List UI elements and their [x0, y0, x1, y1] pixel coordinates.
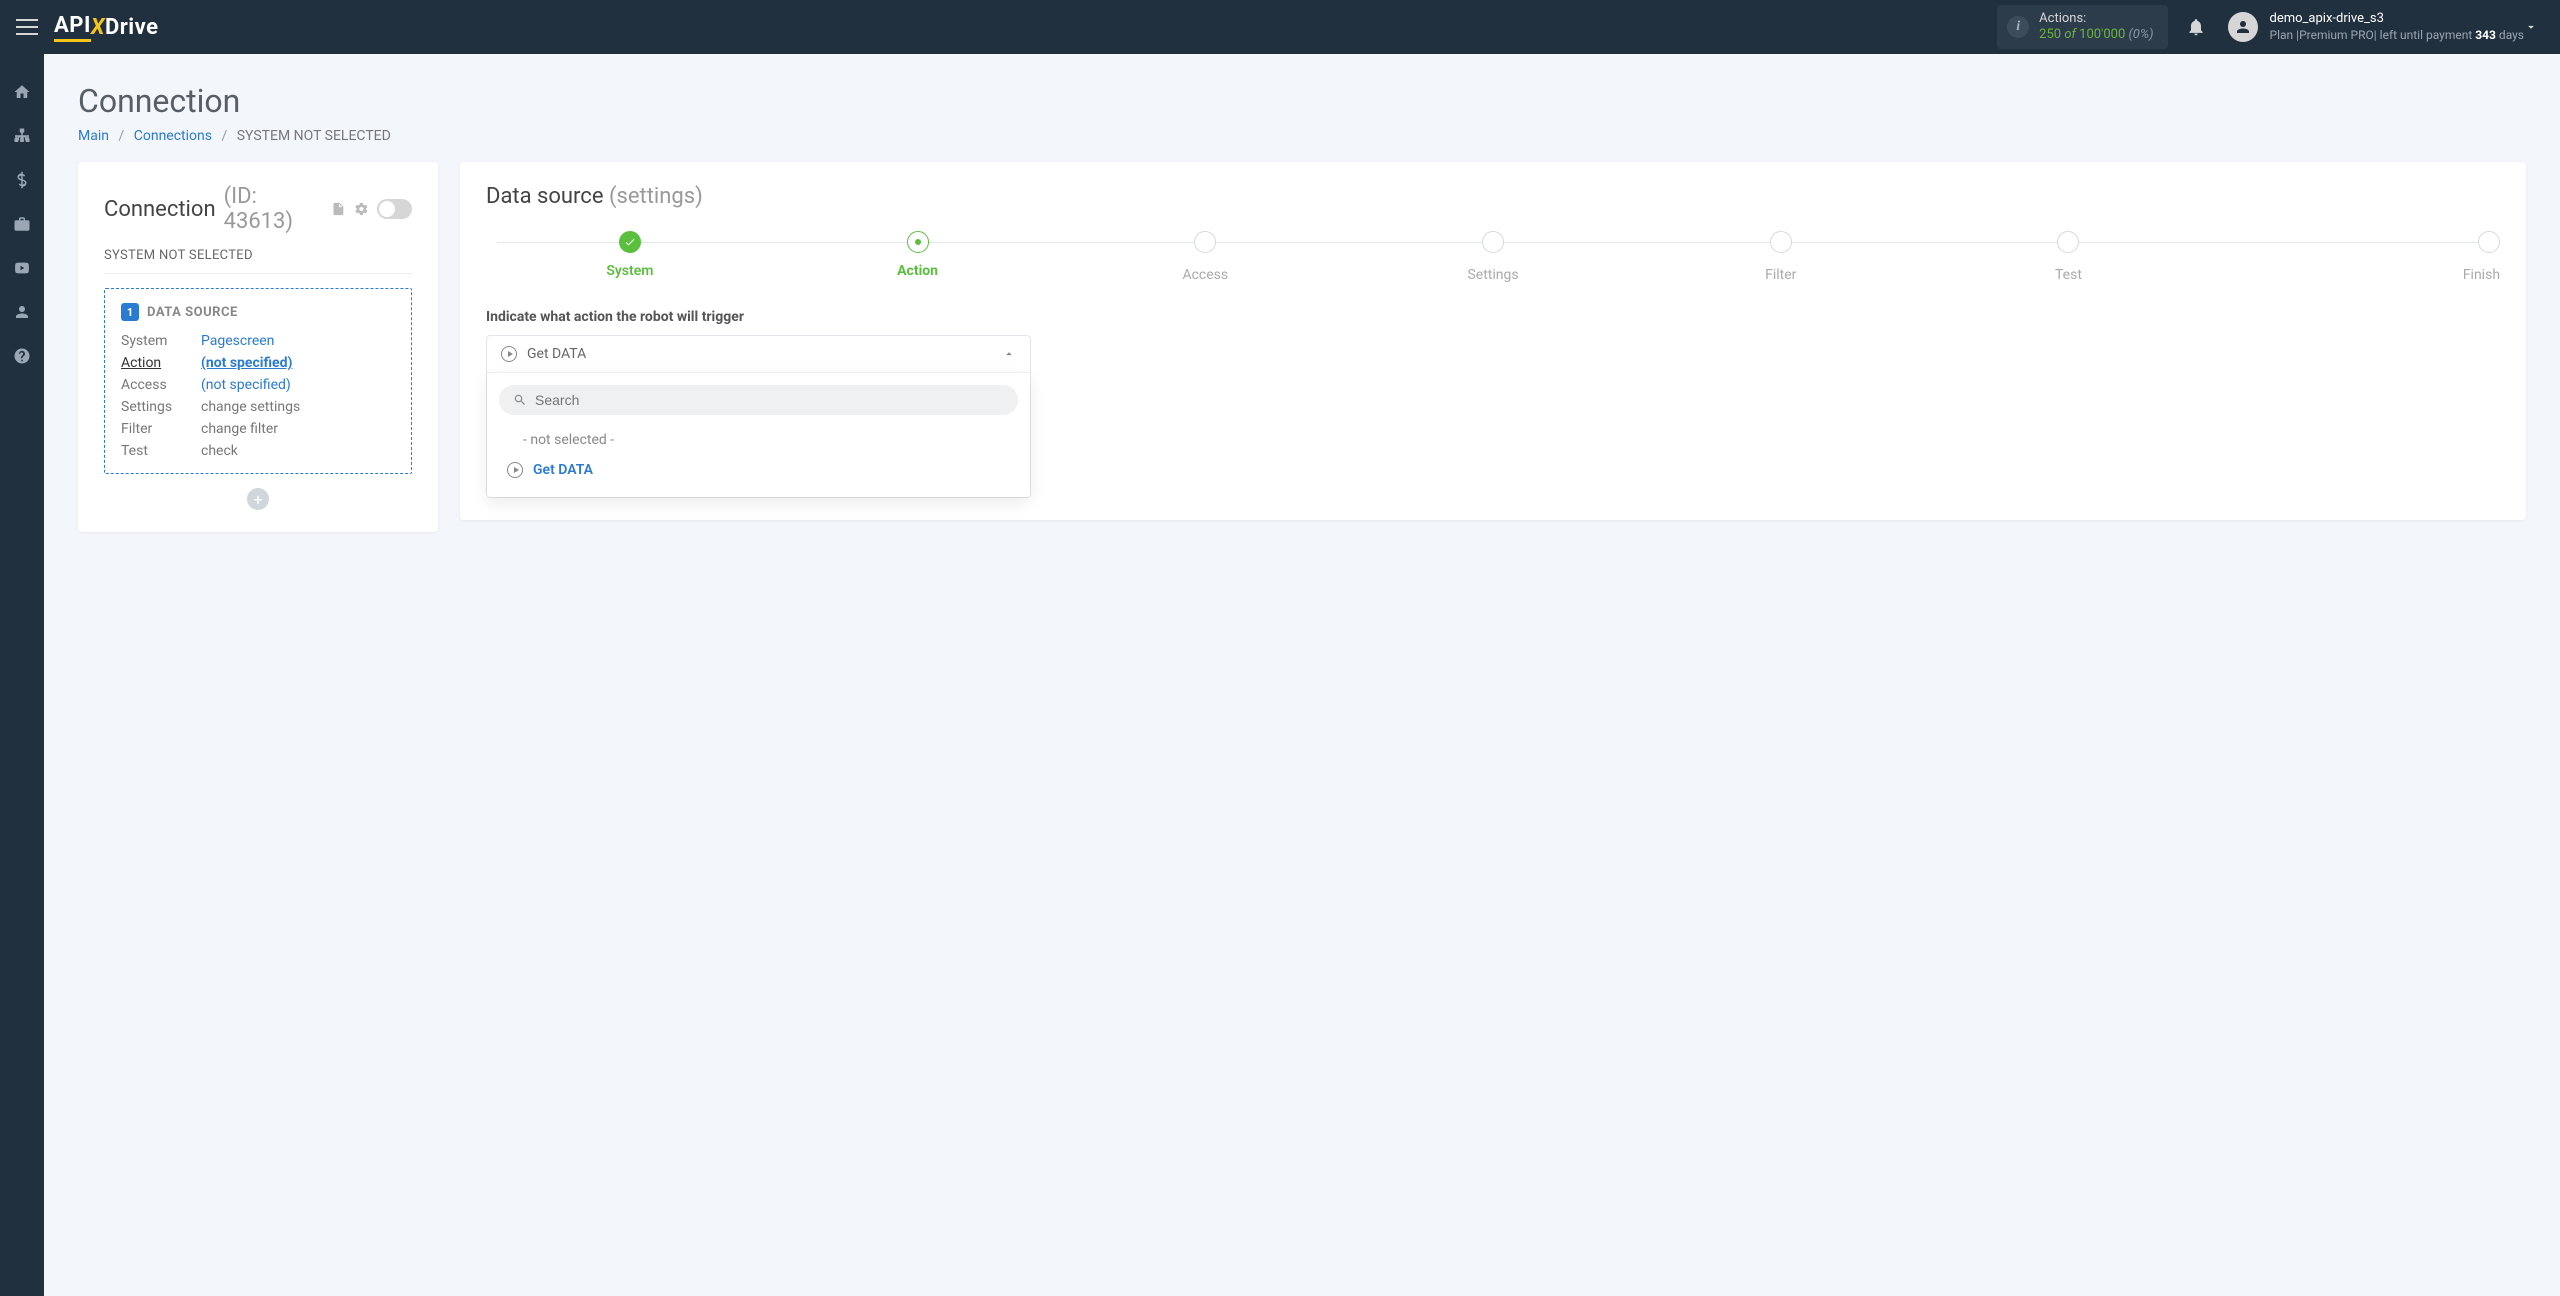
play-icon — [507, 462, 523, 478]
dropdown-option-getdata[interactable]: Get DATA — [499, 455, 1018, 485]
user-plan: Plan |Premium PRO| left until payment 34… — [2270, 28, 2524, 44]
actions-used: 250 — [2039, 27, 2061, 42]
breadcrumb-connections[interactable]: Connections — [134, 128, 212, 144]
action-section-label: Indicate what action the robot will trig… — [486, 309, 2500, 325]
step-finish[interactable]: Finish — [2212, 231, 2500, 283]
connection-id: (ID: 43613) — [224, 184, 324, 234]
ds-system-value[interactable]: Pagescreen — [201, 333, 395, 349]
avatar[interactable] — [2228, 12, 2258, 42]
breadcrumb-main[interactable]: Main — [78, 128, 109, 144]
actions-total: 100'000 — [2079, 27, 2125, 42]
ds-action-value[interactable]: (not specified) — [201, 355, 395, 371]
step-test[interactable]: Test — [1925, 231, 2213, 283]
dropdown-search — [499, 385, 1018, 415]
page-title: Connection — [78, 82, 2526, 120]
dropdown-panel: - not selected - Get DATA — [487, 372, 1030, 497]
dropdown-search-input[interactable] — [535, 392, 1004, 408]
info-icon: i — [2007, 16, 2029, 38]
actions-pill[interactable]: i Actions: 250 of 100'000 (0%) — [1997, 5, 2167, 48]
connection-card: Connection (ID: 43613) SYSTEM NOT SELECT… — [78, 162, 438, 532]
sidebar-sitemap-icon[interactable] — [12, 126, 32, 146]
step-action[interactable]: Action — [774, 231, 1062, 279]
action-dropdown: Get DATA - not selected - Get DATA — [486, 335, 1031, 498]
breadcrumb: Main / Connections / SYSTEM NOT SELECTED — [78, 128, 2526, 144]
logo[interactable]: APIXDrive — [54, 13, 159, 42]
system-not-selected-label: SYSTEM NOT SELECTED — [104, 248, 412, 274]
hamburger-icon[interactable] — [16, 19, 38, 35]
chevron-up-icon — [1002, 347, 1016, 361]
sidebar-youtube-icon[interactable] — [12, 258, 32, 278]
right-title: Data source (settings) — [486, 184, 2500, 209]
datasource-badge: 1 — [121, 303, 139, 321]
ds-test-value[interactable]: check — [201, 443, 395, 459]
logo-api: API — [54, 13, 91, 42]
gear-icon[interactable] — [354, 201, 369, 217]
user-name: demo_apix-drive_s3 — [2270, 11, 2524, 28]
topbar: APIXDrive i Actions: 250 of 100'000 (0%)… — [0, 0, 2560, 54]
breadcrumb-current: SYSTEM NOT SELECTED — [237, 128, 391, 144]
actions-text: Actions: 250 of 100'000 (0%) — [2039, 11, 2153, 42]
bell-icon[interactable] — [2186, 17, 2206, 37]
step-settings[interactable]: Settings — [1349, 231, 1637, 283]
step-system[interactable]: System — [486, 231, 774, 279]
search-icon — [513, 393, 527, 407]
stepper: System Action Access Settings Filter — [486, 231, 2500, 283]
logo-x: X — [91, 15, 105, 40]
play-icon — [501, 346, 517, 362]
user-block[interactable]: demo_apix-drive_s3 Plan |Premium PRO| le… — [2270, 11, 2524, 43]
datasource-box: 1 DATA SOURCE System Pagescreen Action (… — [104, 288, 412, 474]
chevron-down-icon[interactable] — [2524, 20, 2538, 34]
datasource-label: DATA SOURCE — [147, 305, 238, 320]
dropdown-selected[interactable]: Get DATA — [487, 336, 1030, 372]
sidebar-briefcase-icon[interactable] — [12, 214, 32, 234]
dropdown-option-none[interactable]: - not selected - — [499, 425, 1018, 455]
add-button[interactable]: + — [247, 488, 269, 510]
document-icon[interactable] — [331, 201, 346, 217]
sidebar-help-icon[interactable] — [12, 346, 32, 366]
connection-title: Connection (ID: 43613) — [104, 184, 412, 234]
actions-percent: (0%) — [2128, 27, 2153, 42]
sidebar-home-icon[interactable] — [12, 82, 32, 102]
actions-label: Actions: — [2039, 11, 2153, 27]
ds-settings-value[interactable]: change settings — [201, 399, 395, 415]
connection-toggle[interactable] — [377, 199, 412, 219]
logo-drive: Drive — [105, 15, 159, 40]
step-filter[interactable]: Filter — [1637, 231, 1925, 283]
datasource-settings-card: Data source (settings) System Action Acc… — [460, 162, 2526, 520]
sidebar — [0, 54, 44, 1296]
ds-filter-value[interactable]: change filter — [201, 421, 395, 437]
sidebar-user-icon[interactable] — [12, 302, 32, 322]
step-access[interactable]: Access — [1061, 231, 1349, 283]
content: Connection Main / Connections / SYSTEM N… — [44, 54, 2560, 1296]
ds-access-value[interactable]: (not specified) — [201, 377, 395, 393]
sidebar-dollar-icon[interactable] — [12, 170, 32, 190]
